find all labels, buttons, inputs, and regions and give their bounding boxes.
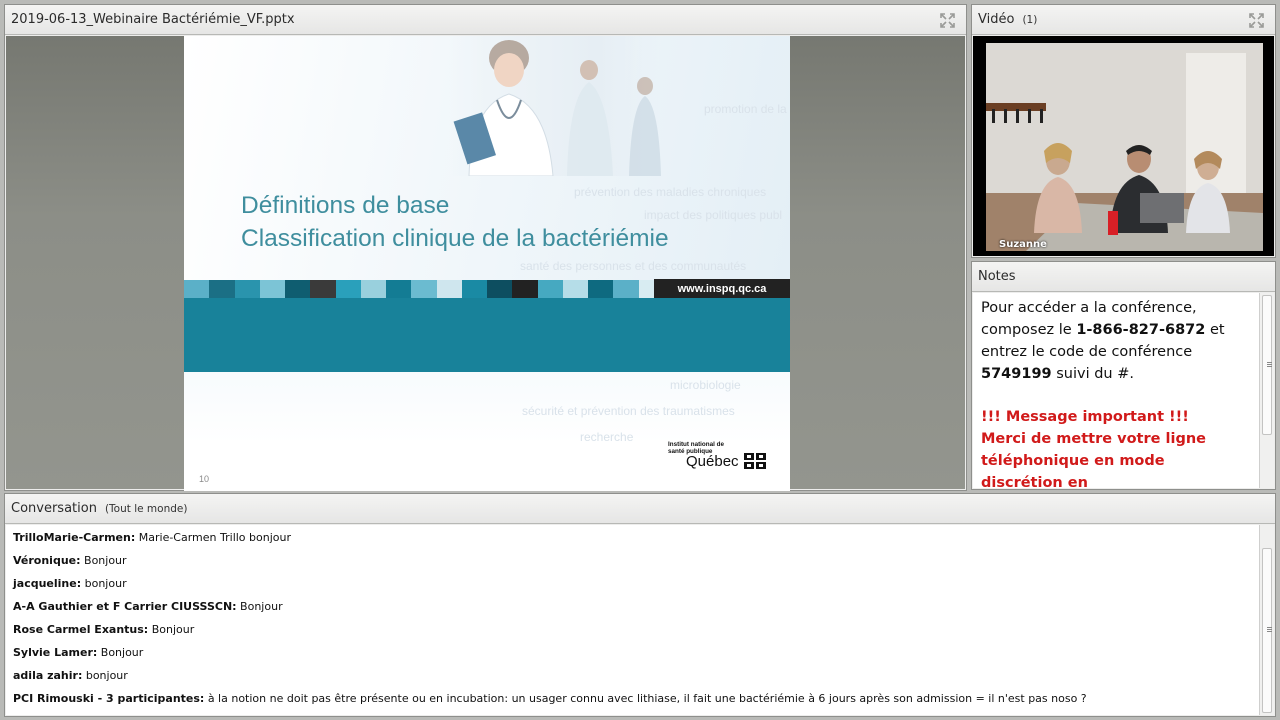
chat-message: TrilloMarie-Carmen: Marie-Carmen Trillo …: [13, 531, 291, 544]
chat-text: Bonjour: [236, 600, 283, 613]
chat-text: bonjour: [82, 669, 128, 682]
chat-text: à la notion ne doit pas être présente ou…: [204, 692, 1087, 705]
strip-segment: [259, 280, 285, 298]
strip-segment: [411, 280, 437, 298]
slide: promotion de la impact des politiques pu…: [184, 36, 790, 491]
important-text: Merci de mettre votre ligne téléphonique…: [981, 431, 1206, 488]
notes-scrollbar[interactable]: [1259, 293, 1274, 488]
fullscreen-icon[interactable]: [939, 12, 956, 29]
chat-sender: A-A Gauthier et F Carrier CIUSSSCN:: [13, 600, 237, 613]
notes-pod-title: Notes: [978, 269, 1016, 284]
share-pod: 2019-06-13_Webinaire Bactériémie_VF.pptx: [4, 4, 967, 491]
strip-segment: [335, 280, 361, 298]
video-screen: Suzanne: [973, 36, 1274, 256]
quebec-logo: Institut national de santé publique Québ…: [668, 441, 768, 473]
logo-quebec: Québec: [686, 453, 739, 470]
bg-word: promotion de la: [704, 102, 787, 116]
chat-message: Sylvie Lamer: Bonjour: [13, 646, 143, 659]
notes-pod-header: Notes: [972, 262, 1275, 292]
chat-text: Marie-Carmen Trillo bonjour: [135, 531, 291, 544]
strip-segment: [461, 280, 487, 298]
slide-title-line2: Classification clinique de la bactériémi…: [241, 225, 669, 252]
chat-sender: Véronique:: [13, 554, 81, 567]
chat-pod: Conversation (Tout le monde) TrilloMarie…: [4, 493, 1276, 717]
chat-message: adila zahir: bonjour: [13, 669, 128, 682]
chat-sender: TrilloMarie-Carmen:: [13, 531, 136, 544]
video-pod-title: Vidéo: [978, 12, 1015, 27]
video-count: (1): [1022, 13, 1038, 26]
slide-title-line1: Définitions de base: [241, 192, 450, 219]
chat-message: Véronique: Bonjour: [13, 554, 127, 567]
notes-paragraph: Pour accéder a la conférence, composez l…: [981, 300, 1225, 382]
chat-sender: adila zahir:: [13, 669, 83, 682]
chat-pod-title: Conversation: [11, 501, 97, 516]
conference-code: 5749199: [981, 366, 1052, 382]
chat-messages: TrilloMarie-Carmen: Marie-Carmen Trillo …: [6, 525, 1259, 715]
camera-feed[interactable]: Suzanne: [986, 43, 1263, 251]
bg-word: recherche: [580, 430, 634, 444]
bg-word: santé des personnes et des communautés: [520, 259, 747, 273]
strip-segment: [562, 280, 588, 298]
chat-message: jacqueline: bonjour: [13, 577, 127, 590]
chat-message: Rose Carmel Exantus: Bonjour: [13, 623, 194, 636]
strip-segment: [588, 280, 614, 298]
strip-segment: [209, 280, 235, 298]
important-heading: !!! Message important !!!: [981, 409, 1189, 425]
chat-message: PCI Rimouski - 3 participantes: à la not…: [13, 692, 1087, 705]
slide-url: www.inspq.qc.ca: [654, 279, 790, 299]
share-pod-title: 2019-06-13_Webinaire Bactériémie_VF.pptx: [11, 12, 295, 27]
chat-pod-header: Conversation (Tout le monde): [5, 494, 1275, 524]
strip-segment: [613, 280, 639, 298]
scrollbar-thumb[interactable]: [1262, 295, 1272, 435]
strip-segment: [184, 280, 210, 298]
chat-text: Bonjour: [97, 646, 144, 659]
chat-sender: Sylvie Lamer:: [13, 646, 98, 659]
slide-number: 10: [199, 474, 210, 484]
notes-pod: Notes Pour accéder a la conférence, comp…: [971, 261, 1276, 490]
strip-segment: [512, 280, 538, 298]
chat-scope[interactable]: (Tout le monde): [105, 503, 188, 515]
bg-word: sécurité et prévention des traumatismes: [522, 404, 735, 418]
doctors-photo: [449, 36, 661, 177]
slide-band: [184, 298, 790, 372]
strip-segment: [310, 280, 336, 298]
strip-segment: [386, 280, 412, 298]
notes-content[interactable]: Pour accéder a la conférence, composez l…: [973, 293, 1259, 488]
strip-segment: [360, 280, 386, 298]
bg-word: microbiologie: [670, 378, 741, 392]
video-pod-header: Vidéo (1): [972, 5, 1275, 35]
strip-segment: [234, 280, 260, 298]
chat-text: Bonjour: [80, 554, 127, 567]
fullscreen-icon[interactable]: [1248, 12, 1265, 29]
chat-text: bonjour: [81, 577, 127, 590]
strip-segment: [487, 280, 513, 298]
bg-word: prévention des maladies chroniques: [574, 185, 767, 199]
chat-sender: Rose Carmel Exantus:: [13, 623, 149, 636]
quebec-flag-icon: [744, 453, 766, 469]
strip-segment: [436, 280, 462, 298]
scrollbar-thumb[interactable]: [1262, 548, 1272, 713]
participant-name: Suzanne: [999, 239, 1047, 250]
bg-word: impact des politiques publ: [644, 208, 783, 222]
video-pod: Vidéo (1) Suzanne: [971, 4, 1276, 258]
conference-phone: 1-866-827-6872: [1076, 322, 1206, 338]
chat-sender: PCI Rimouski - 3 participantes:: [13, 692, 205, 705]
chat-scrollbar[interactable]: [1259, 525, 1274, 715]
strip-segment: [285, 280, 311, 298]
presentation-stage: promotion de la impact des politiques pu…: [6, 36, 965, 491]
strip-segment: [537, 280, 563, 298]
chat-message: A-A Gauthier et F Carrier CIUSSSCN: Bonj…: [13, 600, 283, 613]
chat-sender: jacqueline:: [13, 577, 82, 590]
share-pod-header: 2019-06-13_Webinaire Bactériémie_VF.pptx: [5, 5, 966, 35]
chat-text: Bonjour: [148, 623, 195, 636]
